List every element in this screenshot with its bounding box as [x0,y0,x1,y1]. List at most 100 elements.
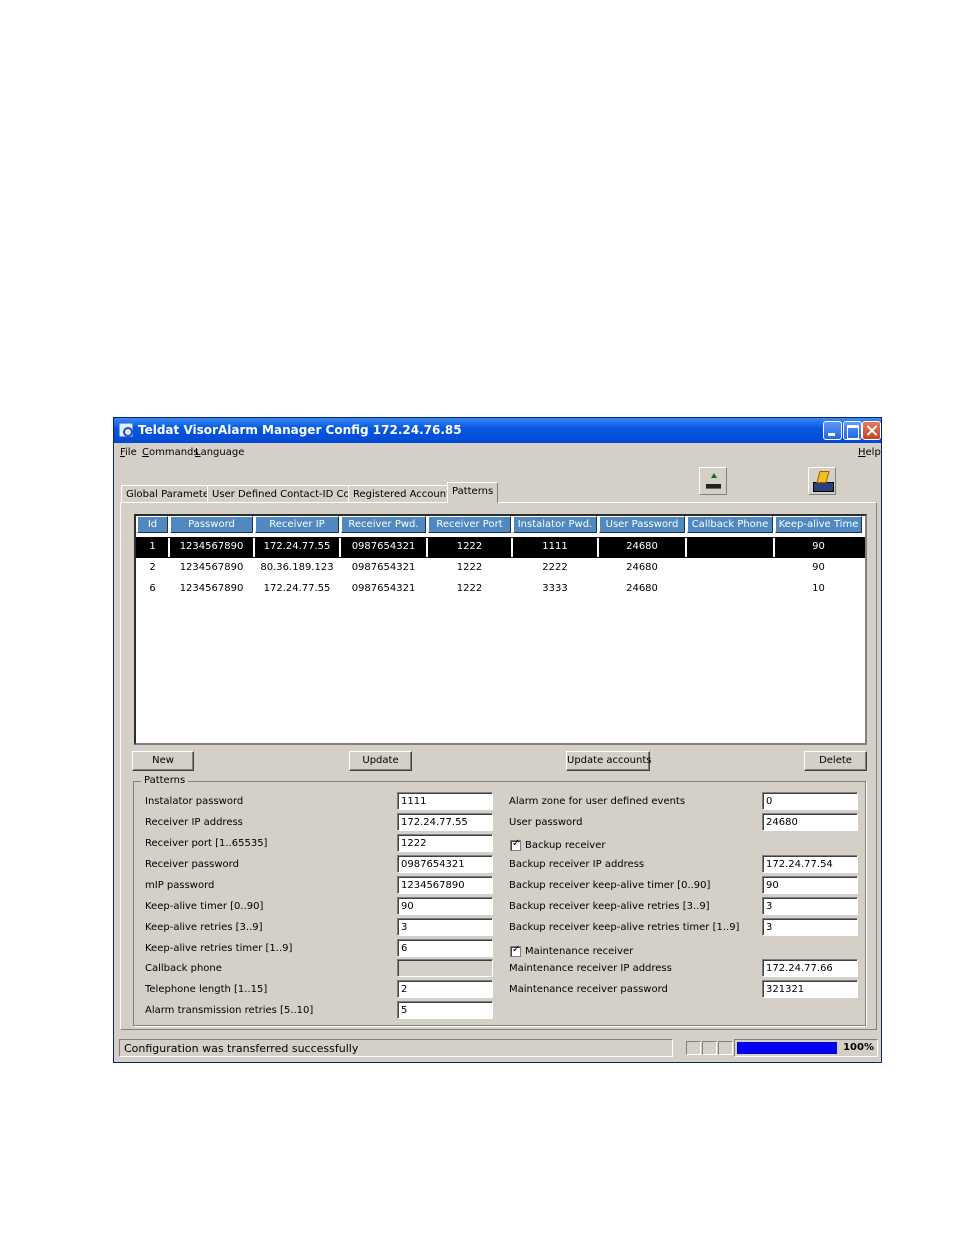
column-header[interactable]: Receiver Pwd. [341,516,426,533]
cell-password: 1234567890 [179,541,244,552]
receiver-password-label: Receiver password [145,859,239,870]
app-window: Teldat VisorAlarm Manager Config 172.24.… [113,417,882,1063]
maximize-button[interactable] [843,421,862,440]
cell-receiver-pwd: 0987654321 [351,562,416,573]
cell-id: 1 [149,541,156,552]
column-header[interactable]: Password [170,516,253,533]
telephone-length-field[interactable]: 2 [397,980,493,998]
column-header[interactable]: User Password [599,516,685,533]
mip-password-field[interactable]: 1234567890 [397,876,493,894]
column-header[interactable]: Callback Phone [687,516,773,533]
close-button[interactable] [862,421,881,440]
cell-keepalive-time: 90 [812,562,825,573]
maintenance-receiver-checkbox[interactable] [510,944,521,957]
alarm-zone-label: Alarm zone for user defined events [509,796,686,807]
backup-keepalive-timer-label: Backup receiver keep-alive timer [0..90] [509,880,711,891]
menu-language[interactable]: Language [195,447,244,458]
alarm-transmission-retries-field[interactable]: 5 [397,1001,493,1019]
cell-receiver-port: 1222 [456,562,483,573]
cell-id: 2 [149,562,156,573]
minimize-button[interactable] [823,421,842,440]
cell-receiver-pwd: 0987654321 [351,583,416,594]
receiver-password-field[interactable]: 0987654321 [397,855,493,873]
user-password-field[interactable]: 24680 [762,813,858,831]
keepalive-timer-field[interactable]: 90 [397,897,493,915]
instalator-password-label: Instalator password [145,796,244,807]
delete-button[interactable]: Delete [804,751,867,771]
maintenance-receiver-label[interactable]: Maintenance receiver [525,946,633,957]
keepalive-retries-label: Keep-alive retries [3..9] [145,922,263,933]
receiver-port-label: Receiver port [1..65535] [145,838,268,849]
cell-keepalive-time: 90 [812,541,825,552]
groupbox-title: Patterns [141,775,189,786]
tab-patterns[interactable]: Patterns [447,482,499,503]
menu-commands[interactable]: Commands [142,447,199,458]
cell-user-password: 24680 [626,541,658,552]
cell-instalator-pwd: 2222 [542,562,568,573]
progress-bar: 100% [734,1039,878,1057]
alarm-transmission-retries-label: Alarm transmission retries [5..10] [145,1005,314,1016]
modem-icon[interactable] [808,467,836,495]
column-header[interactable]: Receiver IP [255,516,339,533]
cell-receiver-port: 1222 [456,541,483,552]
cell-password: 1234567890 [179,562,244,573]
status-indicator [718,1041,733,1055]
column-header[interactable]: Receiver Port [428,516,511,533]
status-indicator [686,1041,701,1055]
cell-instalator-pwd: 1111 [542,541,568,552]
keepalive-retries-timer-label: Keep-alive retries timer [1..9] [145,943,293,954]
cell-receiver-ip: 80.36.189.123 [260,562,334,573]
backup-keepalive-retries-timer-label: Backup receiver keep-alive retries timer… [509,922,740,933]
cell-instalator-pwd: 3333 [542,583,568,594]
receiver-ip-field[interactable]: 172.24.77.55 [397,813,493,831]
backup-ip-label: Backup receiver IP address [509,859,645,870]
table-row[interactable]: 1 1234567890 172.24.77.55 0987654321 122… [136,537,865,558]
alarm-zone-field[interactable]: 0 [762,792,858,810]
backup-ip-field[interactable]: 172.24.77.54 [762,855,858,873]
status-indicator [702,1041,717,1055]
menu-help[interactable]: Help [858,447,881,458]
receiver-ip-label: Receiver IP address [145,817,243,828]
maintenance-ip-label: Maintenance receiver IP address [509,963,672,974]
table-row[interactable]: 2 1234567890 80.36.189.123 0987654321 12… [136,558,865,579]
upload-icon[interactable] [699,467,727,495]
table-row[interactable]: 6 1234567890 172.24.77.55 0987654321 122… [136,579,865,600]
keepalive-timer-label: Keep-alive timer [0..90] [145,901,264,912]
patterns-groupbox: Patterns Instalator password 1111 Receiv… [133,775,866,1026]
status-bar: Configuration was transferred successful… [119,1037,878,1059]
backup-receiver-label[interactable]: Backup receiver [525,840,606,851]
backup-receiver-checkbox[interactable] [510,838,521,851]
cell-receiver-ip: 172.24.77.55 [263,583,331,594]
patterns-grid[interactable]: Id Password Receiver IP Receiver Pwd. Re… [134,514,867,745]
callback-phone-field [397,959,493,977]
menu-file[interactable]: File [120,447,137,458]
update-accounts-button[interactable]: Update accounts [566,751,651,771]
maintenance-ip-field[interactable]: 172.24.77.66 [762,959,858,977]
maintenance-password-field[interactable]: 321321 [762,980,858,998]
cell-user-password: 24680 [626,562,658,573]
menu-bar: File Commands Language Help [114,444,881,462]
column-header[interactable]: Keep-alive Time [775,516,862,533]
cell-user-password: 24680 [626,583,658,594]
cell-id: 6 [149,583,156,594]
title-bar[interactable]: Teldat VisorAlarm Manager Config 172.24.… [114,418,881,443]
telephone-length-label: Telephone length [1..15] [145,984,268,995]
new-button[interactable]: New [132,751,194,771]
backup-keepalive-timer-field[interactable]: 90 [762,876,858,894]
window-title: Teldat VisorAlarm Manager Config 172.24.… [138,423,462,437]
column-header[interactable]: Id [137,516,168,533]
tab-registered-accounts[interactable]: Registered Accounts [348,485,461,502]
instalator-password-field[interactable]: 1111 [397,792,493,810]
backup-keepalive-retries-timer-field[interactable]: 3 [762,918,858,936]
mip-password-label: mIP password [145,880,215,891]
update-button[interactable]: Update [349,751,412,771]
progress-fill [737,1042,837,1054]
keepalive-retries-field[interactable]: 3 [397,918,493,936]
keepalive-retries-timer-field[interactable]: 6 [397,939,493,957]
backup-keepalive-retries-field[interactable]: 3 [762,897,858,915]
user-password-label: User password [509,817,583,828]
column-header[interactable]: Instalator Pwd. [513,516,597,533]
progress-text: 100% [843,1042,874,1053]
app-icon[interactable] [119,423,133,437]
receiver-port-field[interactable]: 1222 [397,834,493,852]
